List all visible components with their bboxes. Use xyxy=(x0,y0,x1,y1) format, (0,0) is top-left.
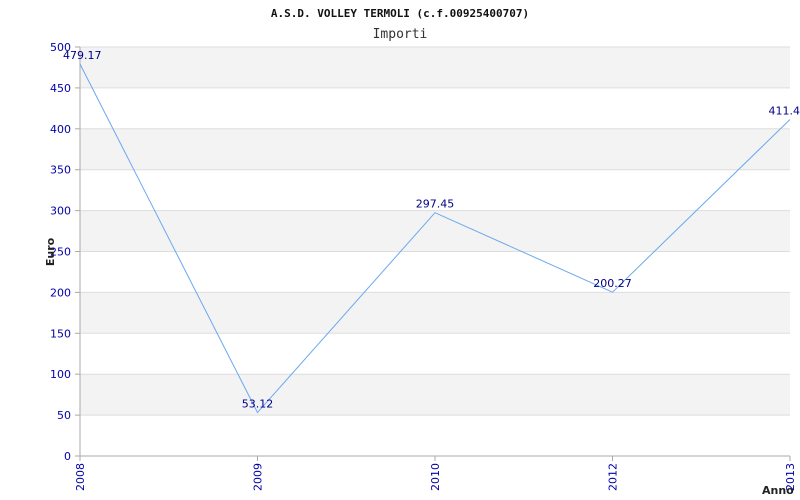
x-tick-label: 2009 xyxy=(252,463,265,491)
x-tick-labels: 2008 2009 2010 2012 2013 xyxy=(74,463,797,491)
y-tick-label: 0 xyxy=(64,450,71,463)
background-band xyxy=(80,47,790,88)
x-tick-label: 2008 xyxy=(74,463,87,491)
x-axis-title: Anno xyxy=(762,484,794,497)
background-band xyxy=(80,210,790,252)
x-tick-label: 2012 xyxy=(607,463,620,491)
chart-title: A.S.D. VOLLEY TERMOLI (c.f.00925400707) xyxy=(271,7,529,20)
background-bands xyxy=(80,47,790,416)
x-tick-label: 2010 xyxy=(429,463,442,491)
y-tick-label: 300 xyxy=(50,205,71,218)
background-band xyxy=(80,292,790,334)
y-axis-title: Euro xyxy=(44,237,57,266)
y-tick-label: 450 xyxy=(50,82,71,95)
y-tick-label: 150 xyxy=(50,327,71,340)
y-tick-label: 100 xyxy=(50,368,71,381)
data-label: 200.27 xyxy=(593,277,632,290)
y-tick-label: 50 xyxy=(57,409,71,422)
data-label: 53.12 xyxy=(242,398,274,411)
data-label: 411.4 xyxy=(769,104,800,117)
background-band xyxy=(80,374,790,416)
background-band xyxy=(80,128,790,170)
y-tick-label: 400 xyxy=(50,123,71,136)
y-tick-label: 350 xyxy=(50,164,71,177)
y-tick-label: 200 xyxy=(50,286,71,299)
line-chart: 050100150200250300350400450500 2008 2009 2… xyxy=(44,7,800,497)
data-label: 479.17 xyxy=(63,49,102,62)
chart-subtitle: Importi xyxy=(373,27,428,42)
data-label: 297.45 xyxy=(416,198,455,211)
